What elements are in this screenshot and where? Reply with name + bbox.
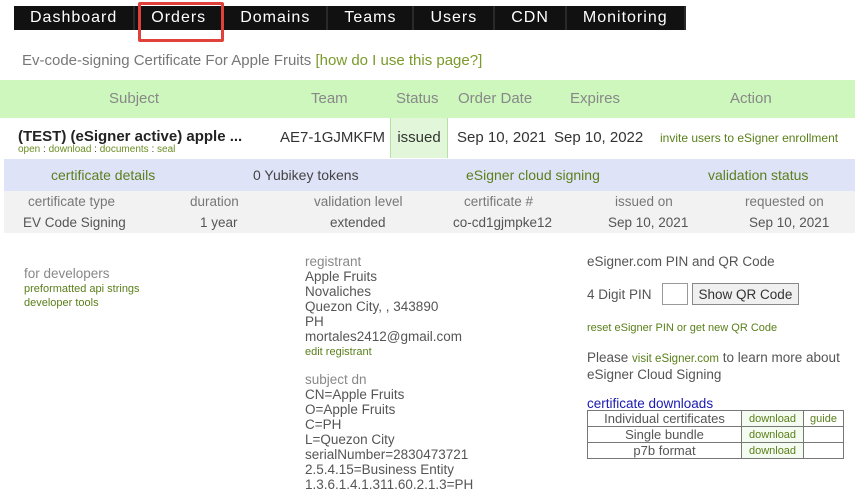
nav-dashboard[interactable]: Dashboard — [14, 6, 136, 30]
reset-pin-link[interactable]: reset eSigner PIN or get new QR Code — [587, 322, 777, 334]
dn-business: 2.5.4.15=Business Entity — [305, 462, 454, 477]
pin-row: 4 Digit PIN Show QR Code — [587, 283, 800, 305]
validation-status-tab[interactable]: validation status — [708, 159, 808, 191]
requested-on-value: Sep 10, 2021 — [749, 215, 830, 230]
download-row-name: Single bundle — [587, 426, 742, 443]
seal-link[interactable]: seal — [157, 144, 175, 155]
registrant-name: Apple Fruits — [305, 269, 378, 284]
subject-links: open : download : documents : seal — [18, 144, 176, 155]
help-link[interactable]: [how do I use this page?] — [315, 52, 482, 69]
downloads-table: Individual certificates download guide S… — [587, 410, 844, 459]
registrant-country: PH — [305, 314, 324, 329]
details-band: certificate details 0 Yubikey tokens eSi… — [4, 159, 855, 191]
certificate-info-table: certificate type duration validation lev… — [4, 191, 855, 233]
top-nav: Dashboard Orders Domains Teams Users CDN… — [0, 0, 859, 42]
table-row: Single bundle download — [587, 426, 844, 443]
dn-c: C=PH — [305, 417, 342, 432]
learn-more-text: Please visit eSigner.com to learn more a… — [587, 350, 852, 382]
order-team: AE7-1GJMKFM — [280, 129, 386, 146]
order-expires: Sep 10, 2022 — [554, 129, 644, 146]
table-row: p7b format download — [587, 442, 844, 459]
order-subject[interactable]: (TEST) (eSigner active) apple ... — [18, 128, 242, 145]
open-link[interactable]: open — [18, 144, 40, 155]
table-row: Individual certificates download guide — [587, 410, 844, 427]
nav-domains[interactable]: Domains — [224, 6, 329, 30]
dn-l: L=Quezon City — [305, 432, 395, 447]
yubikey-tokens: 0 Yubikey tokens — [253, 167, 359, 183]
registrant-email: mortales2412@gmail.com — [305, 329, 463, 344]
registrant-city: Quezon City, , 343890 — [305, 299, 439, 314]
pin-input[interactable] — [661, 283, 688, 305]
header-status: Status — [396, 90, 439, 107]
developers-section: for developers preformatted api strings … — [24, 266, 140, 309]
guide-cell — [803, 426, 844, 443]
certificate-number-header: certificate # — [464, 194, 534, 209]
order-table-header: Subject Team Status Order Date Expires A… — [0, 80, 855, 118]
registrant-heading: registrant — [305, 254, 362, 269]
subject-dn-heading: subject dn — [305, 372, 367, 387]
dn-o: O=Apple Fruits — [305, 402, 396, 417]
api-strings-link[interactable]: preformatted api strings — [24, 283, 140, 295]
download-link[interactable]: download — [741, 410, 804, 427]
nav-bar: Dashboard Orders Domains Teams Users CDN… — [14, 6, 686, 30]
issued-on-value: Sep 10, 2021 — [608, 215, 689, 230]
download-link[interactable]: download — [741, 426, 804, 443]
page-title: Ev-code-signing Certificate For Apple Fr… — [22, 52, 482, 69]
download-row-name: p7b format — [587, 442, 742, 459]
learn-prefix: Please — [587, 350, 629, 365]
nav-monitoring[interactable]: Monitoring — [566, 6, 686, 30]
edit-registrant-link[interactable]: edit registrant — [305, 345, 473, 360]
dn-cn: CN=Apple Fruits — [305, 387, 405, 402]
requested-on-header: requested on — [745, 194, 824, 209]
guide-link[interactable]: guide — [803, 410, 844, 427]
download-link[interactable]: download — [49, 144, 92, 155]
cert-type-header: certificate type — [28, 194, 116, 209]
dn-jurisdiction: 1.3.6.1.4.1.311.60.2.1.3=PH — [305, 477, 474, 492]
duration-header: duration — [190, 194, 239, 209]
nav-users[interactable]: Users — [414, 6, 496, 30]
order-date: Sep 10, 2021 — [457, 129, 547, 146]
guide-cell — [803, 442, 844, 459]
validation-level-value: extended — [330, 215, 386, 230]
nav-orders[interactable]: Orders — [135, 6, 225, 30]
download-link[interactable]: download — [741, 442, 804, 459]
page-title-text: Ev-code-signing Certificate For Apple Fr… — [22, 52, 312, 69]
status-badge: issued — [390, 118, 448, 158]
header-order-date: Order Date — [458, 90, 533, 107]
nav-cdn[interactable]: CDN — [495, 6, 567, 30]
duration-value: 1 year — [200, 215, 238, 230]
header-action: Action — [730, 90, 772, 107]
documents-link[interactable]: documents — [100, 144, 149, 155]
invite-users-link[interactable]: invite users to eSigner enrollment — [660, 131, 838, 145]
header-subject: Subject — [109, 90, 160, 107]
registrant-section: registrant Apple Fruits Novaliches Quezo… — [305, 254, 473, 492]
nav-teams[interactable]: Teams — [328, 6, 415, 30]
certificate-downloads-title: certificate downloads — [587, 396, 714, 411]
cert-type-value: EV Code Signing — [23, 215, 126, 230]
certificate-details-tab[interactable]: certificate details — [51, 159, 155, 191]
issued-on-header: issued on — [615, 194, 673, 209]
registrant-address: Novaliches — [305, 284, 372, 299]
header-expires: Expires — [570, 90, 621, 107]
header-team: Team — [311, 90, 348, 107]
validation-level-header: validation level — [314, 194, 403, 209]
pin-label: 4 Digit PIN — [587, 286, 652, 302]
developer-tools-link[interactable]: developer tools — [24, 297, 140, 309]
dn-serial: serialNumber=2830473721 — [305, 447, 469, 462]
visit-esigner-link[interactable]: visit eSigner.com — [632, 353, 719, 365]
developers-heading: for developers — [24, 266, 110, 281]
esigner-cloud-signing-tab[interactable]: eSigner cloud signing — [466, 159, 600, 191]
download-row-name: Individual certificates — [587, 410, 742, 427]
show-qr-code-button[interactable]: Show QR Code — [691, 283, 800, 305]
esigner-heading: eSigner.com PIN and QR Code — [587, 254, 775, 269]
certificate-number-value: co-cd1gjmpke12 — [453, 215, 553, 230]
